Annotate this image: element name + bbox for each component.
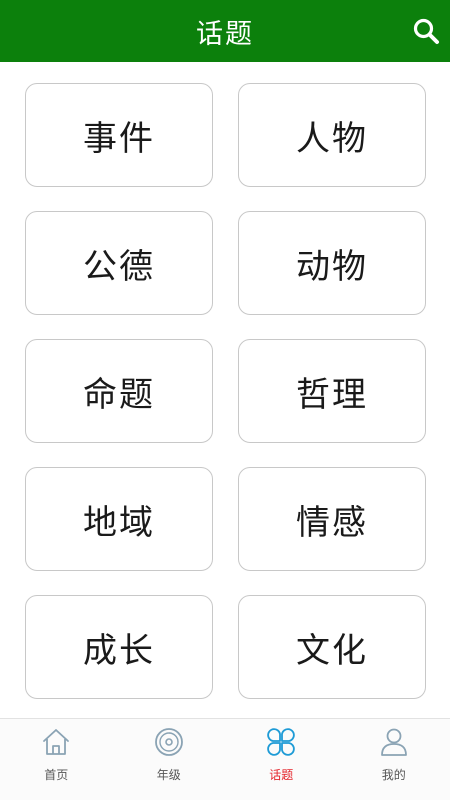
topic-card-growth[interactable]: 成长 [25,595,213,699]
topic-label: 情感 [296,502,368,543]
topic-label: 人物 [296,118,368,159]
home-icon [43,729,70,755]
topic-label: 事件 [83,118,155,159]
topic-label: 哲理 [296,374,368,415]
topic-label: 地域 [83,502,155,543]
app-header: 话题 [0,0,450,62]
tab-label: 年级 [156,768,181,782]
topic-card-emotions[interactable]: 情感 [238,467,426,571]
tab-mine[interactable]: 我的 [338,719,450,800]
disc-icon [154,728,183,756]
topic-label: 公德 [83,246,155,287]
topic-grid: 事件 人物 公德 动物 命题 哲理 地域 情感 成长 文化 [25,83,426,699]
topic-card-propositions[interactable]: 命题 [25,339,213,443]
bottom-tab-bar: 首页 年级 话题 我的 [0,718,450,800]
topic-card-culture[interactable]: 文化 [238,595,426,699]
topic-label: 动物 [296,246,368,287]
search-button[interactable] [408,13,444,49]
tab-topics[interactable]: 话题 [225,719,338,800]
tab-label: 话题 [269,768,294,782]
topic-card-public-morality[interactable]: 公德 [25,211,213,315]
tab-grade[interactable]: 年级 [113,719,226,800]
topic-label: 成长 [83,630,155,671]
page-title: 话题 [196,18,254,50]
clover-icon [267,728,296,756]
topic-card-events[interactable]: 事件 [25,83,213,187]
user-icon [380,728,407,756]
topic-card-philosophy[interactable]: 哲理 [238,339,426,443]
topic-card-people[interactable]: 人物 [238,83,426,187]
topic-card-regions[interactable]: 地域 [25,467,213,571]
topic-card-animals[interactable]: 动物 [238,211,426,315]
tab-label: 首页 [44,768,69,782]
topic-label: 文化 [296,630,368,671]
search-icon [413,18,439,44]
tab-label: 我的 [381,768,406,782]
topic-label: 命题 [83,374,155,415]
tab-home[interactable]: 首页 [0,719,113,800]
